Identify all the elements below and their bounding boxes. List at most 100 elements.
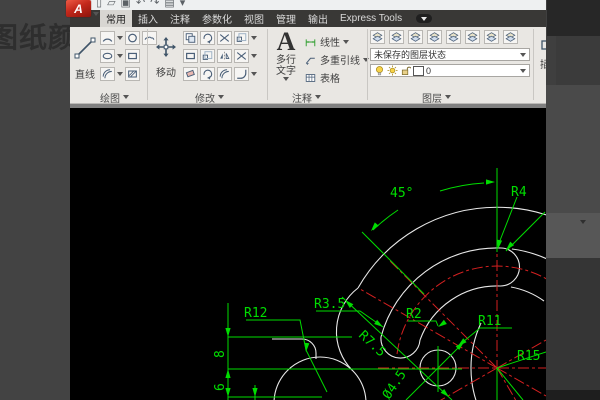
mirror-icon[interactable] [217,49,232,63]
undo-icon[interactable]: ↶ [136,0,145,10]
copy-icon[interactable] [183,31,198,45]
layer-on-bulb-icon[interactable] [374,65,385,76]
mtext-icon: A [277,29,296,55]
quick-access-toolbar: ▯ ▱ ▣ ↶ ↷ ▤ ▾ [96,0,185,10]
panel-separator [533,29,534,100]
layer-walk-icon[interactable] [503,30,518,44]
annotation-panel-label[interactable]: 注释 [292,91,336,103]
ellipse-icon[interactable] [100,49,115,63]
line-button[interactable]: 直线 [72,30,98,81]
r4-dim-text[interactable]: R4 [511,185,527,200]
rotate-icon[interactable] [200,31,215,45]
ellipse-caret-icon[interactable] [117,54,123,58]
height6-dim-text[interactable]: 6 [213,383,228,391]
ribbon: 直线 绘图 移动 [70,27,556,104]
modify-panel-label[interactable]: 修改 [195,91,237,103]
explode-icon[interactable] [200,67,215,81]
canvas-background[interactable] [70,108,546,400]
tab-express-tools[interactable]: Express Tools [334,10,408,27]
background-strip [546,213,600,258]
fillet-icon[interactable] [234,67,249,81]
r12-dim-text[interactable]: R12 [244,306,267,321]
customize-icon[interactable]: ▾ [180,0,186,10]
modify-row-3 [183,67,257,81]
panel-separator [267,29,268,100]
layer-state-dropdown[interactable]: 未保存的图层状态 [370,48,530,61]
r2-dim-text[interactable]: R2 [406,307,422,322]
ribbon-tab-bar: 常用 插入 注释 参数化 视图 管理 输出 Express Tools [70,10,556,27]
layer-match-icon[interactable] [465,30,480,44]
mtext-caret-icon[interactable] [283,77,289,81]
spline-caret-icon[interactable] [117,72,123,76]
arc-icon[interactable] [100,31,115,45]
hatch-icon[interactable] [125,67,140,81]
layer-thaw-sun-icon[interactable] [387,65,398,76]
layer-previous-icon[interactable] [484,30,499,44]
ribbon-minimize-button[interactable] [416,14,432,23]
panel-separator [367,29,368,100]
angle-dim-text[interactable]: 45° [390,186,413,201]
layer-dropdown[interactable]: 0 [370,64,530,77]
layers-panel-label[interactable]: 图层 [422,91,466,103]
open-file-icon[interactable]: ▱ [107,0,115,10]
array-caret-icon[interactable] [251,36,257,40]
r3-5-dim-text[interactable]: R3.5 [314,297,345,312]
screen: 图纸颜 ▯ ▱ ▣ ↶ ↷ ▤ ▾ A 常用 插入 注释 参数化 视图 管理 输… [0,0,600,400]
height8-dim-text[interactable]: 8 [213,350,228,358]
layer-unlock-icon[interactable] [400,65,411,76]
spline-icon[interactable] [100,67,115,81]
app-menu-caret-icon[interactable] [93,3,99,21]
background-strip [546,390,600,400]
draw-panel-label[interactable]: 绘图 [100,91,140,103]
r15-dim-text[interactable]: R15 [517,349,540,364]
redo-icon[interactable]: ↷ [150,0,159,10]
break-caret-icon[interactable] [251,54,257,58]
r11-dim-text[interactable]: R11 [478,314,501,329]
trim-icon[interactable] [217,31,232,45]
layer-color-swatch[interactable] [413,66,424,76]
table-icon [304,72,317,84]
layer-isolate-icon[interactable] [408,30,423,44]
erase-icon[interactable] [183,67,198,81]
layer-properties-icon[interactable] [370,30,385,44]
background-strip [556,36,600,85]
array-icon[interactable] [234,31,249,45]
scale-icon[interactable] [200,49,215,63]
tab-home[interactable]: 常用 [100,10,132,27]
tab-parametric[interactable]: 参数化 [196,10,238,27]
multileader-caret-icon[interactable] [363,58,369,62]
tab-view[interactable]: 视图 [238,10,270,27]
drawing-canvas[interactable]: 45° R4 R12 R3.5 R2 R11 R15 8 6 R7.5 Ø4.5 [70,108,546,400]
multileader-button[interactable]: 多重引线 [304,52,369,67]
linear-caret-icon[interactable] [343,40,349,44]
break-icon[interactable] [234,49,249,63]
move-button[interactable]: 移动 [152,30,180,79]
offset-icon[interactable] [217,67,232,81]
plot-icon[interactable]: ▤ [164,0,174,10]
stretch-icon[interactable] [183,49,198,63]
tab-annotate[interactable]: 注释 [164,10,196,27]
circle-icon[interactable] [125,31,140,45]
arc-caret-icon[interactable] [117,36,123,40]
mtext-button[interactable]: A 多行文字 [271,29,301,81]
linear-dim-icon [304,36,317,48]
tab-manage[interactable]: 管理 [270,10,302,27]
layer-lock-icon[interactable] [446,30,461,44]
tab-insert[interactable]: 插入 [132,10,164,27]
save-icon[interactable]: ▣ [121,0,131,10]
linear-dim-button[interactable]: 线性 [304,34,349,49]
modify-row-2 [183,49,257,63]
current-layer-name: 0 [426,66,431,76]
layer-off-icon[interactable] [389,30,404,44]
multileader-icon [304,54,317,66]
layer-tools-row [370,30,518,44]
tab-output[interactable]: 输出 [302,10,334,27]
app-menu-button[interactable]: A [66,0,91,17]
layer-freeze-icon[interactable] [427,30,442,44]
modify-row-1 [183,31,257,45]
background-caret-icon [580,220,586,224]
fillet-caret-icon[interactable] [251,72,257,76]
rectangle-icon[interactable] [125,49,140,63]
background-strip [546,258,600,390]
table-button[interactable]: 表格 [304,70,340,85]
